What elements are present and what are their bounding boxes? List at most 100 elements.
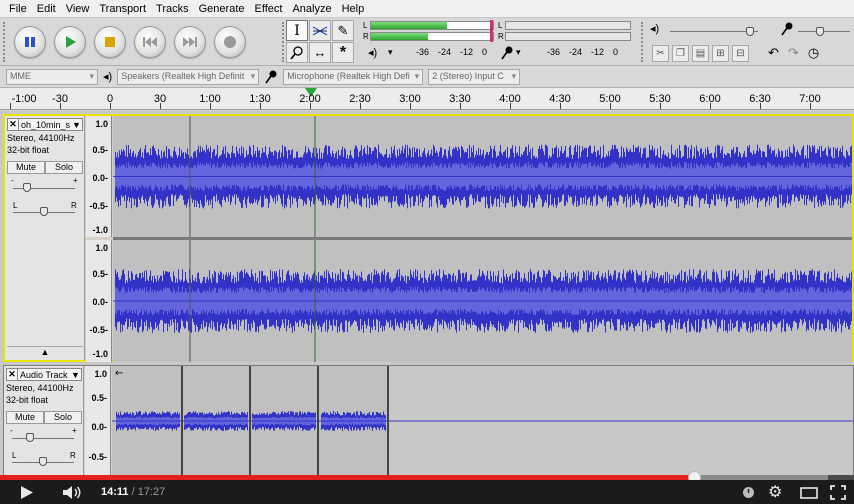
gain-slider-knob[interactable] bbox=[26, 433, 34, 442]
gain-plus-label: + bbox=[72, 426, 77, 435]
pause-button[interactable] bbox=[14, 26, 46, 58]
vertical-scale[interactable]: 1.0 0.5- 0.0- -0.5- bbox=[85, 366, 111, 475]
volume-icon[interactable] bbox=[62, 486, 82, 499]
scale-label: 0.5- bbox=[92, 269, 108, 279]
ruler-tick bbox=[660, 103, 661, 109]
peak-marker bbox=[490, 20, 493, 42]
gain-minus-label: - bbox=[11, 176, 14, 185]
pan-slider-knob[interactable] bbox=[40, 207, 48, 216]
audio-host-select[interactable]: MME bbox=[6, 68, 98, 85]
track-title-bar[interactable]: ✕ oh_10min_s ▼ bbox=[7, 118, 83, 131]
ruler-tick bbox=[560, 103, 561, 109]
pan-slider-knob[interactable] bbox=[39, 457, 47, 466]
zoom-tool[interactable] bbox=[286, 42, 308, 63]
scale-label: -0.5- bbox=[88, 452, 107, 462]
edit-toolbar: ✂ ❐ ▤ ⊞ ⊟ ↶ ↷ ◷ bbox=[646, 42, 854, 64]
play-button[interactable] bbox=[54, 26, 86, 58]
scale-label: 0.0- bbox=[91, 422, 107, 432]
mute-button[interactable]: Mute bbox=[6, 411, 44, 424]
waveform-channel-left[interactable] bbox=[113, 116, 852, 237]
skip-start-button[interactable] bbox=[134, 26, 166, 58]
output-volume-slider[interactable] bbox=[670, 31, 758, 32]
scale-label: 1.0 bbox=[95, 119, 108, 129]
audio-track-2[interactable]: ✕ Audio Track ▼ Stereo, 44100Hz 32-bit f… bbox=[3, 365, 854, 475]
menu-effect[interactable]: Effect bbox=[250, 3, 288, 15]
menu-edit[interactable]: Edit bbox=[32, 3, 61, 15]
stop-button[interactable] bbox=[94, 26, 126, 58]
theater-mode-icon[interactable] bbox=[800, 487, 818, 499]
ruler-tick bbox=[760, 103, 761, 109]
envelope-tool[interactable] bbox=[309, 20, 331, 41]
menu-transport[interactable]: Transport bbox=[94, 3, 151, 15]
menu-help[interactable]: Help bbox=[337, 3, 370, 15]
trim-button[interactable]: ⊞ bbox=[712, 44, 729, 62]
silence-button[interactable]: ⊟ bbox=[732, 44, 749, 62]
cut-button[interactable]: ✂ bbox=[652, 44, 669, 62]
fullscreen-icon[interactable] bbox=[830, 485, 846, 500]
track-bitdepth: 32-bit float bbox=[7, 145, 50, 155]
magnifier-icon bbox=[290, 45, 303, 59]
vertical-scale-left[interactable]: 1.0 0.5- 0.0- -0.5- -1.0 bbox=[86, 116, 112, 237]
timeline-ruler[interactable]: -1:00 -30 0 30 1:00 1:30 2:00 2:30 3:00 3:30 4:00 4… bbox=[0, 88, 854, 110]
mute-button[interactable]: Mute bbox=[7, 161, 45, 174]
close-track-icon[interactable]: ✕ bbox=[8, 119, 19, 130]
play-icon[interactable] bbox=[20, 486, 34, 499]
skip-end-button[interactable] bbox=[174, 26, 206, 58]
gain-slider-knob[interactable] bbox=[23, 183, 31, 192]
menu-analyze[interactable]: Analyze bbox=[287, 3, 336, 15]
multi-tool[interactable]: * bbox=[332, 42, 354, 63]
mixer-toolbar: ◂) bbox=[646, 20, 854, 40]
close-track-icon[interactable]: ✕ bbox=[7, 369, 18, 380]
record-button[interactable] bbox=[214, 26, 246, 58]
solo-button[interactable]: Solo bbox=[45, 161, 83, 174]
solo-button[interactable]: Solo bbox=[44, 411, 82, 424]
clip-offscreen-arrow-icon: ← bbox=[115, 368, 123, 379]
microphone-icon bbox=[265, 70, 277, 83]
waveform-channel-right[interactable] bbox=[113, 240, 852, 362]
track-title-bar[interactable]: ✕ Audio Track ▼ bbox=[6, 368, 82, 381]
sync-lock-button[interactable]: ◷ bbox=[805, 45, 822, 62]
input-volume-slider[interactable] bbox=[798, 31, 850, 32]
rec-meter-dropdown-icon[interactable]: ▾ bbox=[516, 47, 521, 58]
input-channels-select[interactable]: 2 (Stereo) Input C bbox=[428, 68, 521, 85]
stop-icon bbox=[105, 37, 115, 47]
vertical-scale-right[interactable]: 1.0 0.5- 0.0- -0.5- -1.0 bbox=[86, 240, 112, 362]
tracks-panel: ✕ oh_10min_s ▼ Stereo, 44100Hz 32-bit fl… bbox=[0, 111, 854, 475]
track-menu-icon[interactable]: ▼ bbox=[72, 120, 82, 130]
record-meter-right[interactable] bbox=[505, 32, 631, 41]
menu-tracks[interactable]: Tracks bbox=[151, 3, 194, 15]
undo-button[interactable]: ↶ bbox=[765, 45, 782, 62]
gain-slider[interactable] bbox=[12, 438, 74, 439]
playback-meter-right[interactable] bbox=[370, 32, 494, 41]
copy-button[interactable]: ❐ bbox=[672, 44, 689, 62]
menu-file[interactable]: File bbox=[4, 3, 32, 15]
input-device-select[interactable]: Microphone (Realtek High Defi bbox=[283, 68, 424, 85]
output-volume-knob[interactable] bbox=[746, 27, 754, 36]
ruler-tick bbox=[610, 103, 611, 109]
settings-gear-icon[interactable]: ⚙ bbox=[768, 482, 782, 502]
video-controls: 14:11 / 17:27 ⚙ bbox=[0, 480, 854, 504]
pan-right-label: R bbox=[71, 201, 77, 210]
waveform-channel[interactable]: ← bbox=[112, 366, 853, 475]
menu-view[interactable]: View bbox=[61, 3, 95, 15]
track-menu-icon[interactable]: ▼ bbox=[71, 370, 81, 380]
selection-tool[interactable]: I bbox=[286, 20, 308, 41]
playback-meter-left[interactable] bbox=[370, 21, 494, 30]
paste-button[interactable]: ▤ bbox=[692, 44, 709, 62]
collapse-track-button[interactable]: ▲ bbox=[7, 346, 83, 358]
draw-tool[interactable]: ✎ bbox=[332, 20, 354, 41]
timeshift-tool[interactable]: ↔ bbox=[309, 42, 331, 63]
watch-later-icon[interactable] bbox=[742, 486, 755, 499]
audio-track-1[interactable]: ✕ oh_10min_s ▼ Stereo, 44100Hz 32-bit fl… bbox=[3, 114, 854, 362]
menu-generate[interactable]: Generate bbox=[194, 3, 250, 15]
meter-dropdown-icon[interactable]: ▾ bbox=[388, 47, 393, 58]
meter-tick: 0 bbox=[482, 47, 488, 57]
total-duration: 17:27 bbox=[137, 486, 166, 498]
record-meter-left[interactable] bbox=[505, 21, 631, 30]
ruler-tick bbox=[160, 103, 161, 109]
input-volume-knob[interactable] bbox=[816, 27, 824, 36]
redo-button[interactable]: ↷ bbox=[785, 45, 802, 62]
pause-icon bbox=[25, 37, 35, 47]
output-device-select[interactable]: Speakers (Realtek High Definit bbox=[117, 68, 260, 85]
scale-label: -0.5- bbox=[89, 201, 108, 211]
